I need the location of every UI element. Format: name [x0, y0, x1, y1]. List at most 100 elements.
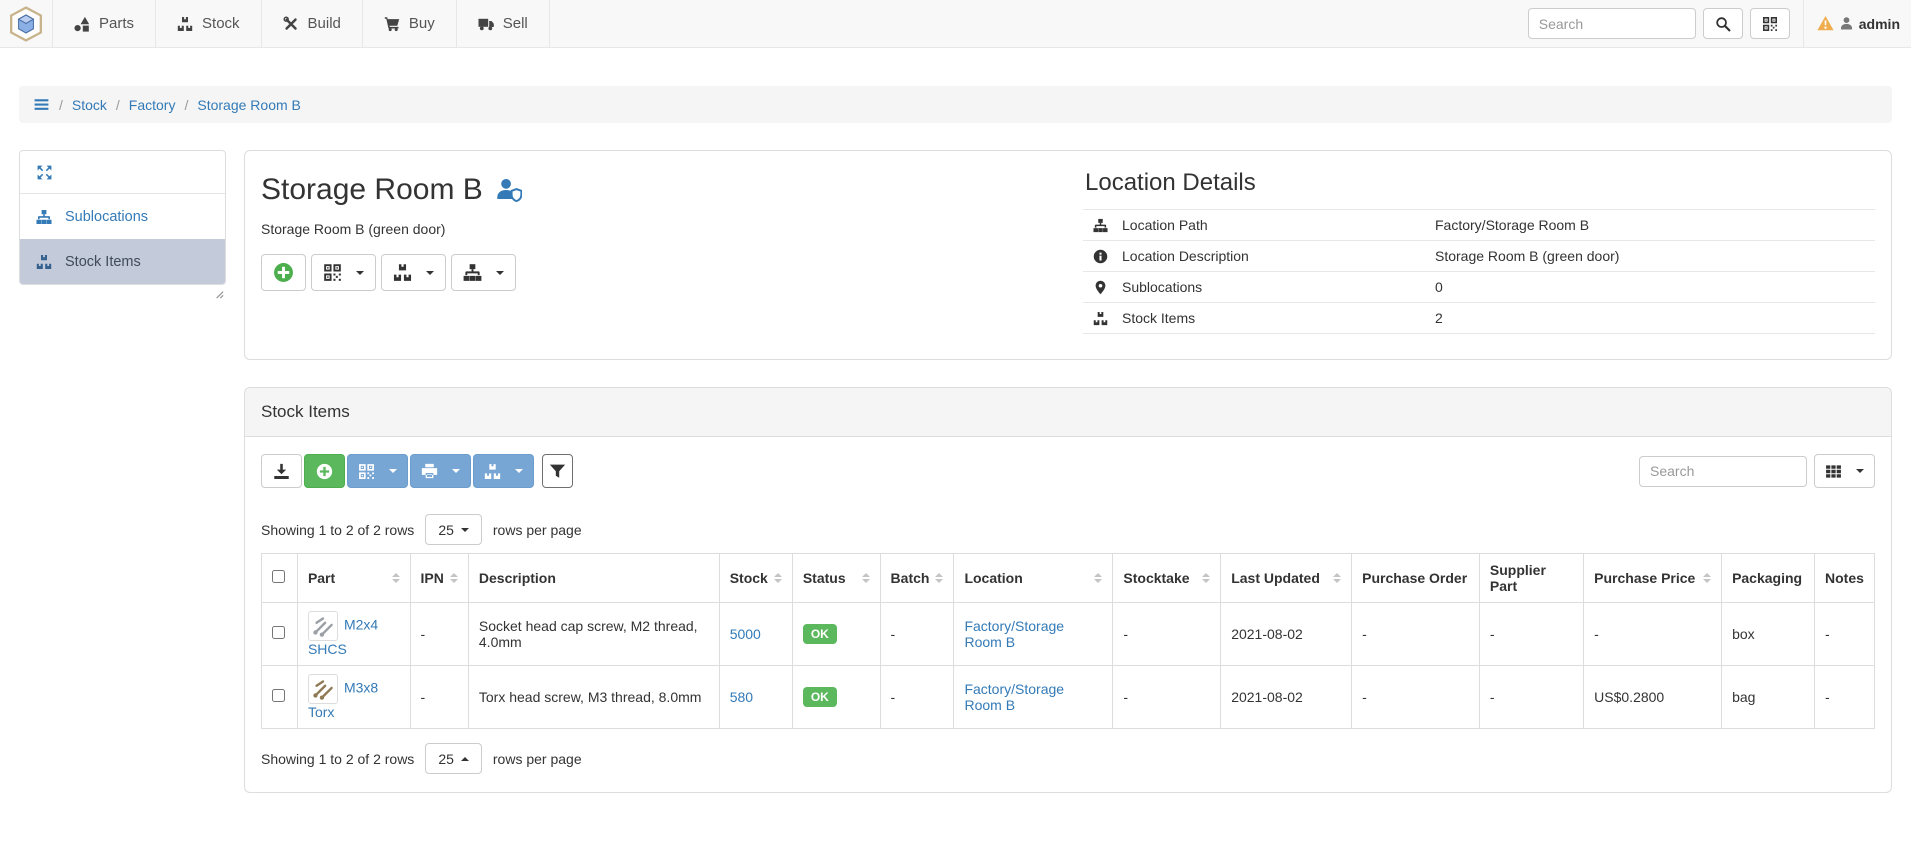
boxes-icon: [484, 463, 501, 480]
cell-stocktake: -: [1113, 603, 1221, 666]
global-search-input[interactable]: [1528, 8, 1696, 39]
table-row: M2x4 SHCS-Socket head cap screw, M2 thre…: [262, 603, 1875, 666]
sort-arrows-icon: [1697, 573, 1711, 583]
navbar-right: admin: [1528, 0, 1911, 47]
cell-batch: -: [880, 666, 954, 729]
sidebar-collapse-button[interactable]: [20, 151, 225, 194]
detail-row-stock-items: Stock Items2: [1083, 302, 1875, 333]
nav-item-stock[interactable]: Stock: [155, 0, 261, 47]
stock-options-dropdown-button[interactable]: [473, 454, 534, 488]
sitemap-icon: [1093, 218, 1110, 233]
nav-item-label: Build: [308, 15, 341, 32]
sort-arrows-icon: [1327, 573, 1341, 583]
sidebar-resize-handle[interactable]: [19, 285, 226, 299]
column-header-location[interactable]: Location: [954, 554, 1113, 603]
page-size-dropdown[interactable]: 25: [425, 743, 482, 774]
column-header-batch[interactable]: Batch: [880, 554, 954, 603]
map-marker-icon: [1093, 280, 1110, 295]
cell-purchase-price: -: [1584, 603, 1722, 666]
filter-button[interactable]: [542, 454, 573, 488]
warning-icon: [1817, 15, 1834, 32]
location-overview-panel: Storage Room B Storage Room B (green doo…: [244, 150, 1892, 360]
print-dropdown-button[interactable]: [410, 454, 471, 488]
sort-arrows-icon: [386, 573, 400, 583]
user-menu[interactable]: admin: [1803, 0, 1900, 47]
location-details-title: Location Details: [1085, 169, 1875, 197]
nav-item-buy[interactable]: Buy: [362, 0, 456, 47]
location-link[interactable]: Factory/Storage Room B: [964, 618, 1064, 650]
stock-quantity-link[interactable]: 580: [730, 689, 753, 705]
inventree-logo[interactable]: [0, 0, 52, 47]
sort-arrows-icon: [1196, 573, 1210, 583]
breadcrumb-link-stock[interactable]: Stock: [72, 97, 107, 113]
download-icon: [273, 463, 290, 480]
column-header-notes: Notes: [1815, 554, 1875, 603]
cell-packaging: bag: [1722, 666, 1815, 729]
column-header-stock[interactable]: Stock: [719, 554, 792, 603]
sidebar: Sublocations Stock Items: [19, 150, 226, 299]
nav-item-sell[interactable]: Sell: [456, 0, 550, 47]
cell-purchase-price: US$0.2800: [1584, 666, 1722, 729]
stock-quantity-link[interactable]: 5000: [730, 626, 761, 642]
showing-rows-text: Showing 1 to 2 of 2 rows: [261, 522, 414, 538]
detail-value: 2: [1435, 310, 1443, 326]
detail-label: Location Path: [1122, 217, 1435, 233]
cell-packaging: box: [1722, 603, 1815, 666]
detail-value: Storage Room B (green door): [1435, 248, 1619, 264]
row-select-checkbox[interactable]: [272, 626, 285, 639]
cell-ipn: -: [410, 666, 468, 729]
column-header-ipn[interactable]: IPN: [410, 554, 468, 603]
status-badge: OK: [803, 624, 837, 644]
sidebar-item-sublocations[interactable]: Sublocations: [20, 194, 225, 239]
nav-item-parts[interactable]: Parts: [52, 0, 155, 47]
page-size-dropdown[interactable]: 25: [425, 514, 482, 545]
export-button[interactable]: [261, 454, 302, 488]
stock-table-toolbar: [261, 454, 1875, 488]
cell-status: OK: [792, 666, 880, 729]
sidebar-item-stock-items[interactable]: Stock Items: [20, 239, 225, 284]
columns-dropdown-button[interactable]: [1814, 454, 1875, 488]
sitemap-icon: [36, 209, 52, 225]
cell-supplier-part: -: [1479, 666, 1583, 729]
location-link[interactable]: Factory/Storage Room B: [964, 681, 1064, 713]
cell-supplier-part: -: [1479, 603, 1583, 666]
status-badge: OK: [803, 687, 837, 707]
select-all-checkbox[interactable]: [272, 570, 285, 583]
barcode-scan-button[interactable]: [1750, 8, 1790, 39]
location-actions-button[interactable]: [451, 254, 516, 291]
barcode-actions-button[interactable]: [311, 254, 376, 291]
column-header-status[interactable]: Status: [792, 554, 880, 603]
breadcrumb-separator: /: [184, 97, 188, 113]
breadcrumb-link-factory[interactable]: Factory: [129, 97, 176, 113]
nav-item-label: Parts: [99, 15, 134, 32]
column-header-supplier-part: Supplier Part: [1479, 554, 1583, 603]
user-icon: [1839, 16, 1854, 31]
stock-actions-button[interactable]: [381, 254, 446, 291]
nav-item-build[interactable]: Build: [261, 0, 362, 47]
columns-grid-icon: [1825, 463, 1842, 480]
column-header-purchase-price[interactable]: Purchase Price: [1584, 554, 1722, 603]
cell-purchase-order: -: [1352, 603, 1480, 666]
search-button[interactable]: [1703, 8, 1743, 39]
breadcrumb-link-storage-room-b[interactable]: Storage Room B: [197, 97, 301, 113]
cell-part: M2x4 SHCS: [297, 603, 410, 666]
column-header-part[interactable]: Part: [297, 554, 410, 603]
table-search-input[interactable]: [1639, 456, 1807, 487]
new-location-button[interactable]: [261, 254, 306, 291]
cell-description: Torx head screw, M3 thread, 8.0mm: [468, 666, 719, 729]
column-header-stocktake[interactable]: Stocktake: [1113, 554, 1221, 603]
detail-label: Stock Items: [1122, 310, 1435, 326]
add-stock-item-button[interactable]: [304, 454, 345, 488]
cell-batch: -: [880, 603, 954, 666]
menu-toggle-icon[interactable]: [33, 96, 50, 113]
row-select-checkbox[interactable]: [272, 689, 285, 702]
barcode-dropdown-button[interactable]: [347, 454, 408, 488]
sort-arrows-icon: [856, 573, 870, 583]
page-title: Storage Room B: [261, 173, 483, 207]
column-header-last-updated[interactable]: Last Updated: [1221, 554, 1352, 603]
sidebar-item-label: Sublocations: [65, 209, 148, 225]
tools-icon: [283, 16, 299, 32]
boxes-icon: [177, 16, 193, 32]
detail-row-sublocations: Sublocations0: [1083, 271, 1875, 302]
qrcode-icon: [358, 463, 375, 480]
